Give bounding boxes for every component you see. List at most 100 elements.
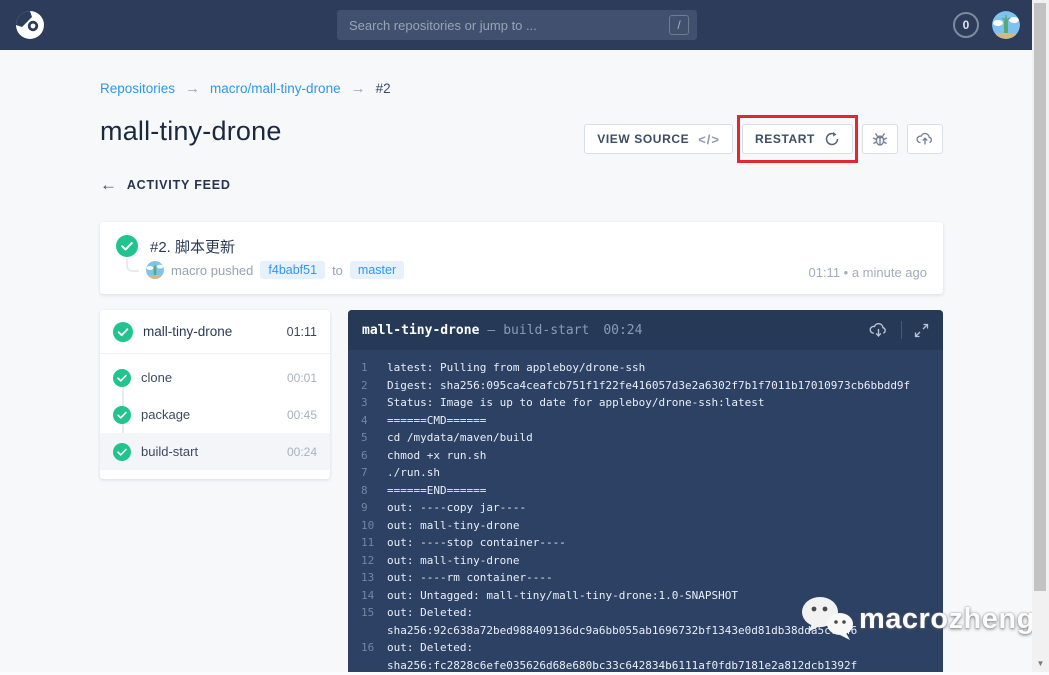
build-meta: 01:11 • a minute ago — [808, 265, 927, 280]
console-panel: mall-tiny-drone — build-start 00:24 — [348, 310, 943, 675]
breadcrumb-arrow-icon: → — [351, 80, 366, 97]
log-line-number: 2 — [361, 377, 387, 395]
step-success-icon — [113, 369, 131, 387]
log-line-text: ======END====== — [387, 482, 933, 500]
scroll-down-arrow-icon[interactable]: ▼ — [1032, 657, 1049, 671]
step-label: build-start — [141, 444, 277, 459]
log-line-number: 11 — [361, 534, 387, 552]
restart-label: RESTART — [755, 132, 815, 146]
log-line-text: out: Deleted: sha256:fc2828c6efe035626d6… — [387, 639, 933, 674]
view-source-button[interactable]: VIEW SOURCE </> — [584, 124, 733, 154]
deploy-button[interactable] — [907, 124, 943, 154]
drone-build-page: Search repositories or jump to ... / 0 R… — [0, 0, 1049, 675]
page-scrollbar[interactable]: ▲ ▼ — [1032, 0, 1049, 675]
build-card[interactable]: #2. 脚本更新 macro pushed f4babf51 to master — [100, 222, 943, 294]
log-line-number: 3 — [361, 394, 387, 412]
log-line-number: 10 — [361, 517, 387, 535]
header-actions: VIEW SOURCE </> RESTART — [584, 124, 943, 154]
step-row[interactable]: package 00:45 — [100, 396, 330, 433]
log-line: 3 Status: Image is up to date for appleb… — [348, 394, 943, 412]
log-line-text: ./run.sh — [387, 464, 933, 482]
console-step-time: 00:24 — [603, 323, 642, 338]
bug-icon — [871, 130, 889, 148]
step-time: 00:24 — [287, 445, 317, 459]
code-icon: </> — [698, 132, 720, 147]
log-line-text: cd /mydata/maven/build — [387, 429, 933, 447]
tree-connector — [126, 259, 139, 272]
log-line-number: 5 — [361, 429, 387, 447]
step-success-icon — [113, 406, 131, 424]
pipeline-header-row[interactable]: mall-tiny-drone 01:11 — [100, 310, 330, 354]
build-title: #2. 脚本更新 — [150, 236, 235, 257]
console-log[interactable]: 1 latest: Pulling from appleboy/drone-ss… — [348, 350, 943, 675]
restart-button[interactable]: RESTART — [742, 124, 853, 154]
step-row[interactable]: clone 00:01 — [100, 359, 330, 396]
log-line: 14 out: Untagged: mall-tiny/mall-tiny-dr… — [348, 587, 943, 605]
cloud-download-icon — [868, 320, 889, 341]
breadcrumb-arrow-icon: → — [185, 80, 200, 97]
branch-chip[interactable]: master — [350, 261, 404, 279]
log-line: 15 out: Deleted: sha256:92c638a72bed9884… — [348, 604, 943, 639]
step-label: package — [141, 407, 277, 422]
debug-button[interactable] — [862, 124, 898, 154]
scrollbar-thumb[interactable] — [1034, 3, 1046, 591]
download-log-button[interactable] — [868, 320, 889, 341]
drone-logo-icon[interactable] — [14, 9, 46, 41]
steps-panel: mall-tiny-drone 01:11 clone 00:01 packag… — [100, 310, 330, 479]
fullscreen-button[interactable] — [914, 323, 929, 338]
log-line-text: out: Deleted: sha256:92c638a72bed9884091… — [387, 604, 933, 639]
log-line: 8 ======END====== — [348, 482, 943, 500]
breadcrumb-repo[interactable]: macro/mall-tiny-drone — [210, 81, 341, 96]
log-line-number: 1 — [361, 359, 387, 377]
log-line-text: out: mall-tiny-drone — [387, 517, 933, 535]
console-repo-name: mall-tiny-drone — [362, 323, 479, 338]
log-line-number: 14 — [361, 587, 387, 605]
step-row[interactable]: build-start 00:24 — [100, 433, 330, 470]
breadcrumb: Repositories → macro/mall-tiny-drone → #… — [100, 80, 391, 97]
log-line-number: 7 — [361, 464, 387, 482]
pushed-by-text: macro pushed — [171, 263, 253, 278]
steps-list: clone 00:01 package 00:45 build-start 00… — [100, 354, 330, 470]
log-line-number: 8 — [361, 482, 387, 500]
committer-avatar-icon — [146, 261, 164, 279]
activity-feed-label: ACTIVITY FEED — [127, 178, 231, 192]
restart-refresh-icon — [824, 131, 840, 147]
log-line-text: out: ----rm container---- — [387, 569, 933, 587]
log-line-text: chmod +x run.sh — [387, 447, 933, 465]
page-title: mall-tiny-drone — [100, 116, 282, 147]
user-avatar[interactable] — [992, 11, 1020, 39]
log-line-text: Status: Image is up to date for appleboy… — [387, 394, 933, 412]
commit-chip[interactable]: f4babf51 — [260, 261, 325, 279]
console-header: mall-tiny-drone — build-start 00:24 — [348, 310, 943, 350]
step-label: clone — [141, 370, 277, 385]
log-line: 5 cd /mydata/maven/build — [348, 429, 943, 447]
breadcrumb-repositories[interactable]: Repositories — [100, 81, 175, 96]
log-line-number: 9 — [361, 499, 387, 517]
tools-divider — [901, 321, 902, 339]
log-line-text: out: mall-tiny-drone — [387, 552, 933, 570]
log-line: 16 out: Deleted: sha256:fc2828c6efe03562… — [348, 639, 943, 674]
activity-feed-link[interactable]: ← ACTIVITY FEED — [100, 175, 231, 195]
log-line: 1 latest: Pulling from appleboy/drone-ss… — [348, 359, 943, 377]
pipeline-time: 01:11 — [287, 325, 317, 339]
log-line-number: 6 — [361, 447, 387, 465]
log-line-text: latest: Pulling from appleboy/drone-ssh — [387, 359, 933, 377]
main-content: Repositories → macro/mall-tiny-drone → #… — [100, 0, 943, 675]
topbar-right: 0 — [953, 11, 1032, 39]
cloud-upload-icon — [915, 129, 935, 149]
notification-badge[interactable]: 0 — [953, 12, 979, 38]
build-title-row: #2. 脚本更新 — [100, 222, 943, 257]
log-line: 10 out: mall-tiny-drone — [348, 517, 943, 535]
log-line-number: 13 — [361, 569, 387, 587]
console-step-name: build-start — [503, 323, 589, 338]
to-text: to — [332, 263, 343, 278]
console-tools — [868, 320, 929, 341]
log-line: 6 chmod +x run.sh — [348, 447, 943, 465]
back-arrow-icon: ← — [100, 175, 118, 195]
log-line-number: 4 — [361, 412, 387, 430]
log-line-text: Digest: sha256:095ca4ceafcb751f1f22fe416… — [387, 377, 933, 395]
log-line-text: out: ----stop container---- — [387, 534, 933, 552]
view-source-label: VIEW SOURCE — [597, 132, 689, 146]
log-line: 11 out: ----stop container---- — [348, 534, 943, 552]
build-success-icon — [116, 235, 138, 257]
